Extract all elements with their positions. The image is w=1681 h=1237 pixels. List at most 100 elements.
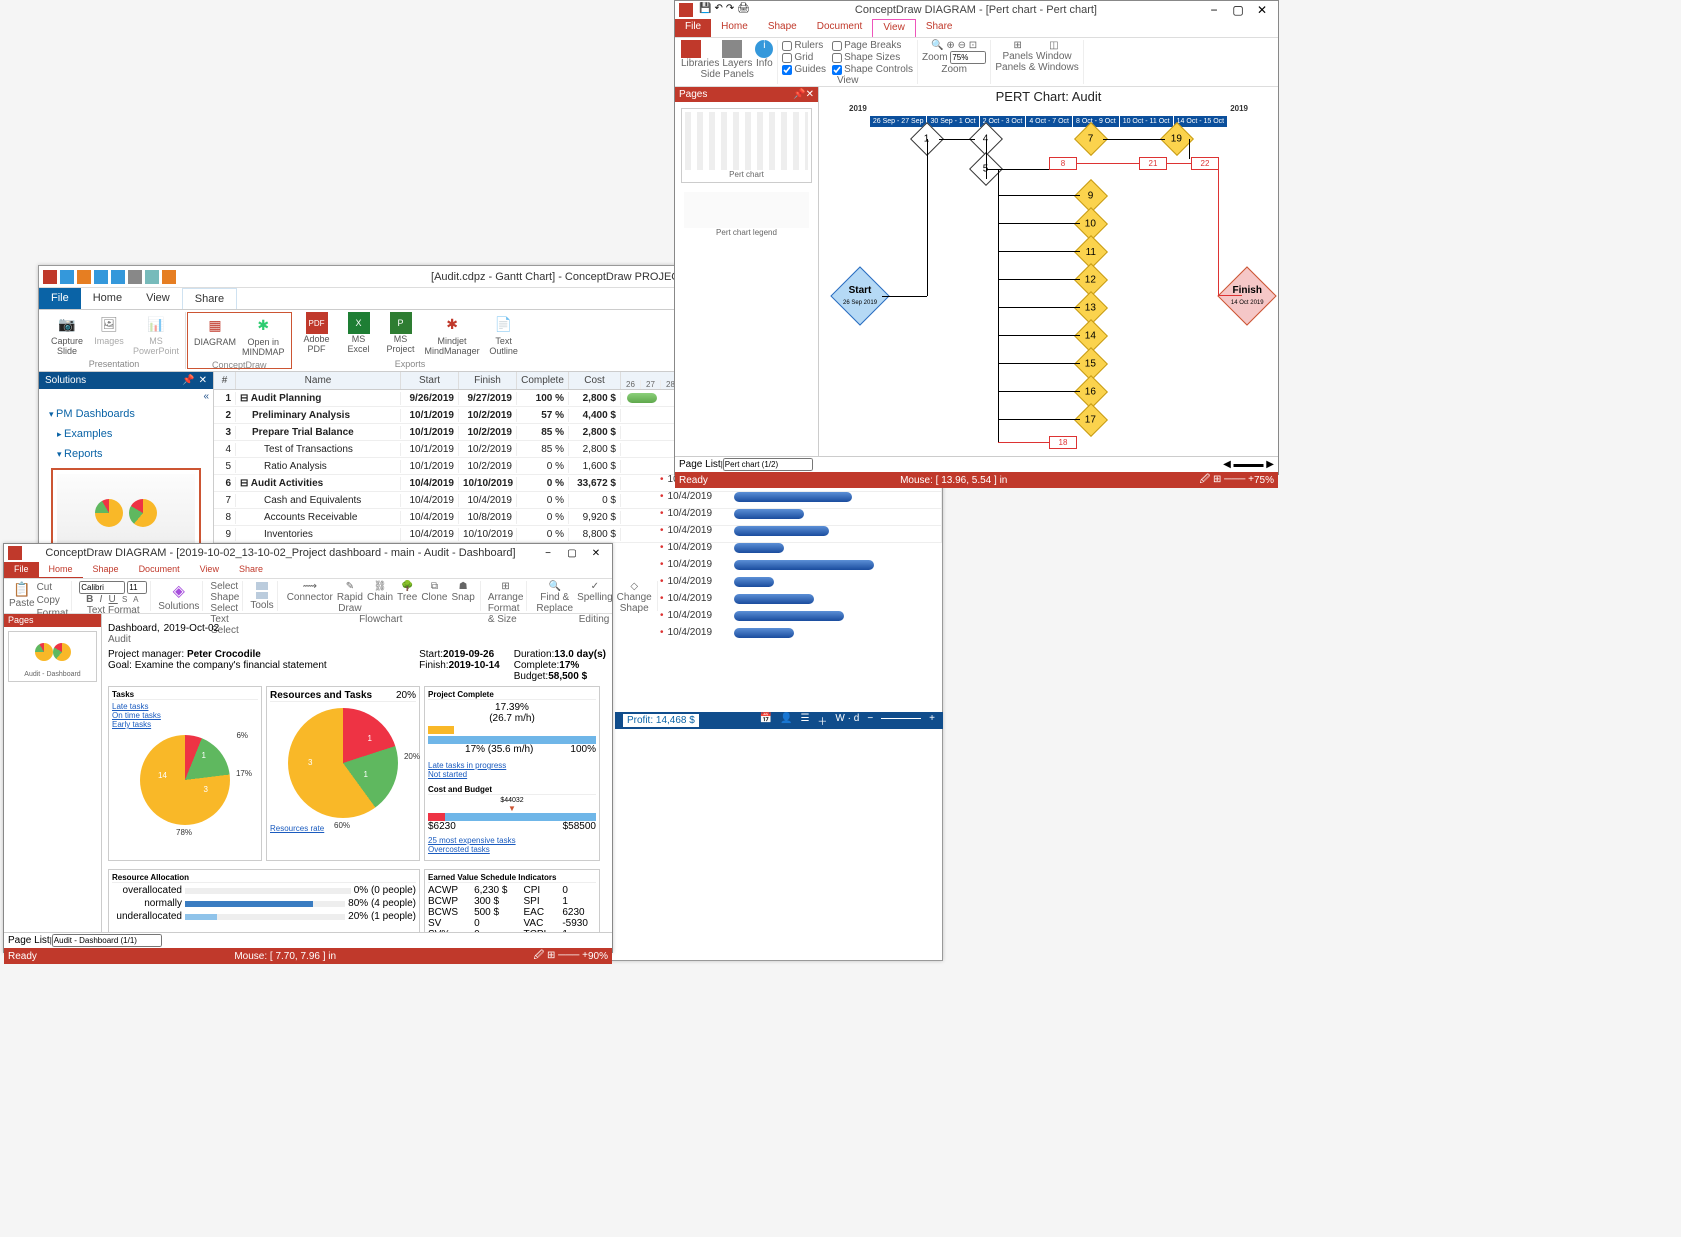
pin-icon[interactable]: 📌 bbox=[182, 375, 194, 386]
hscroll[interactable]: ◀ ▬▬▬ ▶ bbox=[1223, 459, 1274, 470]
mindmap-button[interactable]: ✱Open in MINDMAP bbox=[242, 313, 285, 358]
undo-icon[interactable] bbox=[77, 270, 91, 284]
tab-shape[interactable]: Shape bbox=[758, 19, 807, 37]
minimize-icon[interactable]: − bbox=[1202, 3, 1226, 17]
minimize-icon[interactable]: − bbox=[536, 548, 560, 559]
refresh-icon[interactable] bbox=[162, 270, 176, 284]
panels-group[interactable]: ⊞Arrange Format & Size bbox=[485, 581, 528, 611]
tab-home[interactable]: Home bbox=[711, 19, 758, 37]
close-icon[interactable]: ✕ bbox=[199, 375, 207, 386]
maximize-icon[interactable]: ▢ bbox=[1226, 3, 1250, 17]
text-outline-button[interactable]: 📄Text Outline bbox=[486, 312, 522, 357]
excel-button[interactable]: XMS Excel bbox=[341, 312, 377, 357]
find-button[interactable]: 🔍Find & Replace bbox=[534, 581, 575, 614]
pert-thumb-2[interactable]: Pert chart legend bbox=[681, 189, 812, 240]
undo-icon[interactable]: ↶ bbox=[714, 3, 722, 17]
copy-button[interactable]: Copy bbox=[37, 594, 69, 607]
print-icon[interactable] bbox=[128, 270, 142, 284]
snap-button[interactable]: ☗Snap bbox=[449, 581, 476, 614]
clone-button[interactable]: ⧉Clone bbox=[419, 581, 449, 614]
open-icon[interactable] bbox=[94, 270, 108, 284]
user-icon[interactable]: 👤 bbox=[780, 713, 792, 728]
print-icon[interactable]: 🖨 bbox=[737, 3, 750, 17]
back-icon[interactable]: « bbox=[39, 389, 213, 404]
cloud-icon[interactable] bbox=[145, 270, 159, 284]
images-button[interactable]: 🖼Images bbox=[91, 312, 127, 357]
cut-button[interactable]: Cut bbox=[37, 581, 69, 594]
mindjet-button[interactable]: ✱Mindjet MindManager bbox=[425, 312, 480, 357]
pdf-button[interactable]: PDFAdobe PDF bbox=[299, 312, 335, 357]
early-tasks-link[interactable]: Early tasks bbox=[112, 720, 258, 729]
tab-view[interactable]: View bbox=[872, 19, 916, 37]
zoom-minus-icon[interactable]: − bbox=[867, 713, 873, 728]
on-time-link[interactable]: On time tasks bbox=[112, 711, 258, 720]
tab-view[interactable]: View bbox=[134, 288, 182, 309]
chain-button[interactable]: ⛓Chain bbox=[365, 581, 395, 614]
zoom-slider[interactable] bbox=[881, 718, 921, 728]
cal-icon[interactable]: 📅 bbox=[760, 713, 772, 728]
connector-button[interactable]: ⟿Connector bbox=[285, 581, 335, 614]
tab-file[interactable]: File bbox=[675, 19, 711, 37]
diagram-button[interactable]: ▦DIAGRAM bbox=[194, 313, 236, 358]
maximize-icon[interactable]: ▢ bbox=[560, 548, 584, 559]
spelling-button[interactable]: ✓Spelling bbox=[575, 581, 615, 614]
tab-document[interactable]: Document bbox=[807, 19, 873, 37]
close-icon[interactable]: ✕ bbox=[584, 548, 608, 559]
controls-check[interactable] bbox=[832, 65, 842, 75]
layers-button[interactable]: Layers bbox=[722, 40, 752, 69]
breaks-check[interactable] bbox=[832, 41, 842, 51]
close-icon[interactable]: ✕ bbox=[806, 89, 814, 100]
dash-ribbon: 📋Paste Cut Copy Format Painter Clipboard… bbox=[4, 578, 612, 614]
tab-shape[interactable]: Shape bbox=[83, 562, 129, 578]
page-select[interactable] bbox=[723, 458, 813, 471]
overcost-link[interactable]: Overcosted tasks bbox=[428, 845, 596, 854]
late-tasks-link[interactable]: Late tasks bbox=[112, 702, 258, 711]
tab-home[interactable]: Home bbox=[39, 562, 83, 578]
rulers-check[interactable] bbox=[782, 41, 792, 51]
tab-share[interactable]: Share bbox=[182, 288, 237, 309]
rapid-draw-button[interactable]: ✎Rapid Draw bbox=[335, 581, 365, 614]
not-started-link[interactable]: Not started bbox=[428, 770, 596, 779]
pert-thumb-1[interactable]: Pert chart bbox=[681, 108, 812, 183]
window-button[interactable]: ◫Window bbox=[1036, 40, 1072, 62]
tab-file[interactable]: File bbox=[4, 562, 39, 578]
sizes-check[interactable] bbox=[832, 53, 842, 63]
capture-slide-button[interactable]: 📷Capture Slide bbox=[49, 312, 85, 357]
info-button[interactable]: iInfo bbox=[755, 40, 773, 69]
list-icon[interactable]: ☰ bbox=[800, 713, 809, 728]
ms-ppt-button[interactable]: 📊MS PowerPoint bbox=[133, 312, 179, 357]
grid-check[interactable] bbox=[782, 53, 792, 63]
tab-home[interactable]: Home bbox=[81, 288, 134, 309]
page-select[interactable] bbox=[52, 934, 162, 947]
expensive-link[interactable]: 25 most expensive tasks bbox=[428, 836, 596, 845]
zoom-input[interactable] bbox=[950, 51, 986, 64]
tab-file[interactable]: File bbox=[39, 288, 81, 309]
sol-pm-dashboards[interactable]: PM Dashboards bbox=[39, 404, 213, 424]
sol-reports[interactable]: Reports bbox=[39, 444, 213, 464]
size-select[interactable] bbox=[127, 581, 147, 594]
pin-icon[interactable]: 📌 bbox=[793, 89, 805, 100]
dash-page-thumb[interactable]: Audit - Dashboard bbox=[8, 631, 97, 682]
zoom-plus-icon[interactable]: + bbox=[929, 713, 935, 728]
redo-icon[interactable] bbox=[111, 270, 125, 284]
pert-canvas[interactable]: PERT Chart: Audit 20192019 26 Sep - 27 S… bbox=[819, 87, 1278, 456]
save-icon[interactable]: 💾 bbox=[699, 3, 711, 17]
solutions-group[interactable]: ◈Solutions bbox=[155, 581, 203, 611]
tab-document[interactable]: Document bbox=[129, 562, 190, 578]
guides-check[interactable] bbox=[782, 65, 792, 75]
ms-project-button[interactable]: PMS Project bbox=[383, 312, 419, 357]
libraries-button[interactable]: Libraries bbox=[681, 40, 719, 69]
tab-share[interactable]: Share bbox=[229, 562, 273, 578]
close-icon[interactable]: ✕ bbox=[1250, 3, 1274, 17]
late-progress-link[interactable]: Late tasks in progress bbox=[428, 761, 596, 770]
redo-icon[interactable]: ↷ bbox=[726, 3, 734, 17]
panels-button[interactable]: ⊞Panels bbox=[1002, 40, 1033, 62]
tab-view[interactable]: View bbox=[190, 562, 229, 578]
tab-share[interactable]: Share bbox=[916, 19, 963, 37]
sol-examples[interactable]: Examples bbox=[39, 424, 213, 444]
tree-button[interactable]: 🌳Tree bbox=[395, 581, 419, 614]
change-shape-button[interactable]: ◇Change Shape bbox=[615, 581, 654, 614]
save-icon[interactable] bbox=[60, 270, 74, 284]
font-select[interactable] bbox=[79, 581, 125, 594]
plus-icon[interactable]: ＋ bbox=[817, 713, 827, 728]
